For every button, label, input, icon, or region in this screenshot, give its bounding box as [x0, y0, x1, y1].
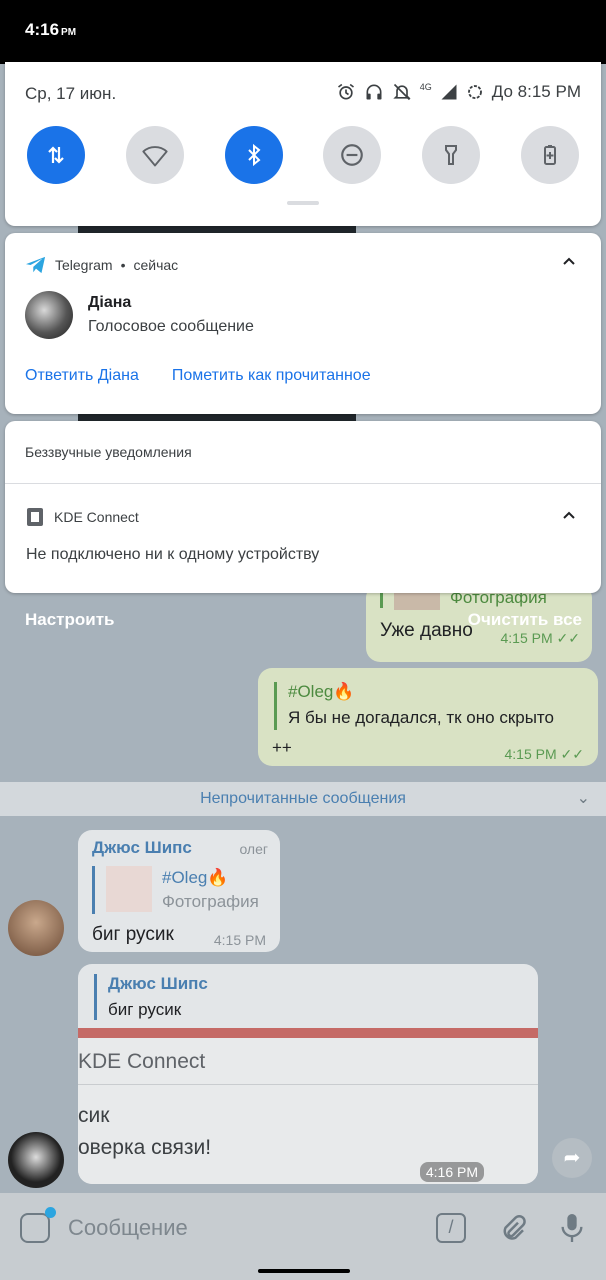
- section-title: Беззвучные уведомления: [25, 444, 192, 460]
- screenshot-text: сик: [78, 1104, 110, 1127]
- quick-settings-tiles: [27, 126, 579, 184]
- status-icons: 4G До 8:15 PM: [336, 82, 581, 102]
- notification-separator: •: [120, 257, 126, 273]
- date-label[interactable]: Ср, 17 июн.: [25, 84, 116, 104]
- message-text: Уже давно: [380, 620, 473, 641]
- battery-saver-icon: [543, 145, 556, 165]
- message-input-bar: Сообщение /: [0, 1193, 606, 1261]
- chevron-up-icon[interactable]: [563, 257, 575, 265]
- unread-label: Непрочитанные сообщения: [200, 790, 406, 807]
- reply-text: биг русик: [108, 1000, 182, 1019]
- tile-battery-saver[interactable]: [520, 126, 579, 184]
- reply-tag: #Oleg🔥: [162, 868, 229, 887]
- network-type: 4G: [419, 82, 432, 92]
- notification-text[interactable]: Не подключено ни к одному устройству: [26, 546, 319, 564]
- message-time: 4:15 PM ✓✓: [500, 630, 581, 646]
- reply-quote: Я бы не догадался, тк оно скрыто: [288, 708, 554, 727]
- telegram-icon: [26, 256, 46, 274]
- headphones-icon: [366, 84, 382, 100]
- telegram-notification[interactable]: Telegram • сейчас Діана Голосовое сообще…: [5, 233, 601, 414]
- share-icon[interactable]: ➦: [552, 1138, 592, 1178]
- unread-divider: Непрочитанные сообщения ⌄: [0, 782, 606, 816]
- notifications-off-icon: [393, 83, 411, 101]
- home-gesture-pill[interactable]: [258, 1269, 350, 1273]
- message-time: 4:15 PM ✓✓: [504, 746, 585, 762]
- status-time: 4:16 PM: [25, 20, 77, 39]
- screenshot-text: оверка связи!: [78, 1136, 212, 1159]
- mark-read-button[interactable]: Пометить как прочитанное: [172, 367, 371, 385]
- screenshot-title: KDE Connect: [78, 1050, 206, 1073]
- tile-mobile-data[interactable]: [27, 126, 85, 184]
- expand-handle[interactable]: [287, 201, 319, 205]
- message-text: ++: [272, 738, 292, 757]
- chevron-down-icon[interactable]: ⌄: [577, 788, 590, 808]
- battery-label: До 8:15 PM: [491, 82, 581, 101]
- message-bubble[interactable]: #Oleg🔥 Я бы не догадался, тк оно скрыто …: [258, 668, 598, 766]
- message-text: биг русик: [92, 924, 174, 945]
- photo-caption: Фотография: [162, 892, 259, 911]
- notification-text: Голосовое сообщение: [88, 318, 254, 335]
- notification-title: Діана: [88, 294, 132, 311]
- notification-app-name: KDE Connect: [54, 509, 139, 525]
- data-arrows-icon: [48, 146, 64, 164]
- bluetooth-icon: [247, 143, 261, 167]
- sender-name: Джюс Шипс: [92, 838, 192, 857]
- notification-app-name: Telegram: [55, 257, 113, 273]
- tile-flashlight[interactable]: [422, 126, 481, 184]
- dnd-icon: [341, 144, 364, 166]
- silent-notifications: Беззвучные уведомления KDE Connect Не по…: [5, 421, 601, 593]
- alarm-icon: [337, 83, 354, 100]
- avatar[interactable]: [8, 1132, 64, 1188]
- notification-time: сейчас: [133, 257, 179, 273]
- chevron-up-icon[interactable]: [563, 511, 575, 519]
- screenshot-image: KDE Connect сик оверка связи! 4:16 PM: [78, 1028, 538, 1184]
- kde-connect-icon: [27, 508, 43, 526]
- message-input[interactable]: Сообщение: [68, 1215, 188, 1241]
- tile-bluetooth[interactable]: [224, 126, 283, 184]
- signal-icon: [441, 84, 457, 100]
- wifi-icon: [142, 146, 168, 167]
- avatar: [25, 291, 73, 339]
- status-bar: 4:16 PM: [0, 0, 606, 64]
- microphone-icon[interactable]: [558, 1211, 586, 1245]
- reply-tag: #Oleg🔥: [288, 682, 355, 701]
- battery-saver-ring-icon: [467, 85, 482, 99]
- tile-wifi[interactable]: [125, 126, 184, 184]
- message-bubble[interactable]: Джюс Шипс биг русик KDE Connect сик овер…: [78, 964, 538, 1184]
- message-time: 4:16 PM: [419, 1162, 484, 1182]
- message-time: 4:15 PM: [213, 932, 266, 948]
- notification-header: KDE Connect: [27, 508, 139, 526]
- message-bubble[interactable]: Джюс Шипс олег #Oleg🔥 Фотография биг рус…: [78, 830, 280, 952]
- photo-thumbnail: [106, 866, 152, 912]
- attach-icon[interactable]: [498, 1213, 528, 1245]
- manage-notifications-button[interactable]: Настроить: [25, 610, 115, 630]
- sticker-icon[interactable]: [20, 1207, 56, 1243]
- quick-settings-panel: Ср, 17 июн. 4G До 8:15 PM: [5, 62, 601, 226]
- reply-sender: Джюс Шипс: [108, 974, 208, 993]
- avatar[interactable]: [8, 900, 64, 956]
- bot-command-icon[interactable]: /: [436, 1213, 466, 1243]
- notification-actions: Ответить Діана Пометить как прочитанное: [25, 367, 371, 385]
- flashlight-icon: [445, 145, 458, 165]
- clear-all-button[interactable]: Очистить все: [468, 610, 582, 630]
- reply-button[interactable]: Ответить Діана: [25, 367, 139, 385]
- notification-header: Telegram • сейчас: [25, 255, 178, 275]
- sender-badge: олег: [239, 841, 268, 857]
- divider: [5, 483, 601, 484]
- tile-do-not-disturb[interactable]: [323, 126, 382, 184]
